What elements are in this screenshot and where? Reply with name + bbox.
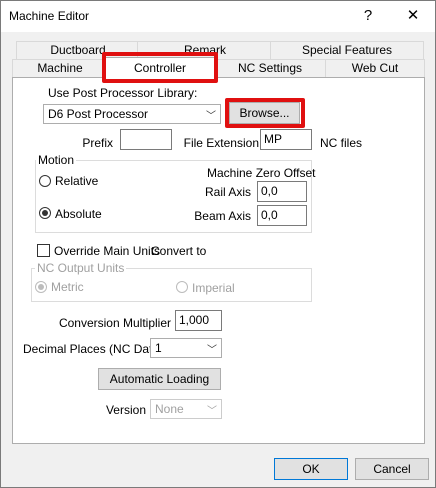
override-main-units-label: Override Main Units (54, 244, 161, 258)
absolute-radio[interactable] (39, 207, 51, 219)
tab-web-cut-label: Web Cut (351, 61, 399, 75)
imperial-radio[interactable] (176, 281, 188, 293)
version-select[interactable]: None ﹀ (150, 399, 222, 419)
rail-axis-input[interactable]: 0,0 (257, 181, 307, 202)
convert-to-label: Convert to (151, 244, 207, 258)
tab-nc-settings[interactable]: NC Settings (212, 59, 328, 77)
beam-axis-label: Beam Axis (194, 209, 251, 223)
decimal-places-label: Decimal Places (NC Data) (23, 342, 164, 356)
tab-remark-label: Remark (183, 43, 226, 57)
override-main-units-checkbox[interactable] (37, 244, 50, 257)
ok-button[interactable]: OK (274, 458, 348, 480)
decimal-places-value: 1 (155, 341, 162, 355)
tab-machine-label: Machine (37, 61, 83, 75)
conversion-multiplier-label: Conversion Multiplier (58, 316, 171, 330)
version-value: None (155, 402, 184, 416)
window-title: Machine Editor (9, 9, 90, 23)
prefix-label: Prefix (82, 136, 113, 150)
help-icon[interactable]: ? (353, 5, 383, 27)
absolute-label: Absolute (55, 207, 102, 221)
relative-label: Relative (55, 174, 99, 188)
file-extension-label: File Extension (183, 136, 259, 150)
tab-nc-settings-label: NC Settings (237, 61, 303, 75)
tab-controller-label: Controller (133, 61, 187, 75)
nc-files-label: NC files (320, 136, 363, 150)
title-bar: Machine Editor ? ✕ (1, 1, 435, 32)
conversion-multiplier-input[interactable]: 1,000 (175, 310, 222, 331)
close-icon[interactable]: ✕ (398, 5, 428, 27)
nc-output-units-title: NC Output Units (35, 261, 127, 275)
tab-web-cut[interactable]: Web Cut (325, 59, 425, 77)
metric-radio[interactable] (35, 281, 47, 293)
post-processor-select[interactable]: D6 Post Processor ﹀ (43, 104, 221, 124)
machine-zero-offset-label: Machine Zero Offset (207, 166, 316, 180)
automatic-loading-button[interactable]: Automatic Loading (98, 368, 221, 390)
controller-panel: Use Post Processor Library: D6 Post Proc… (12, 77, 425, 444)
beam-axis-input[interactable]: 0,0 (257, 205, 307, 226)
library-label: Use Post Processor Library: (48, 86, 198, 100)
metric-label: Metric (51, 280, 84, 294)
imperial-label: Imperial (192, 281, 235, 295)
browse-button[interactable]: Browse... (229, 102, 300, 124)
tab-special-features-label: Special Features (301, 43, 393, 57)
relative-radio[interactable] (39, 175, 51, 187)
prefix-input[interactable] (120, 129, 172, 150)
tab-controller[interactable]: Controller (105, 57, 215, 79)
chevron-down-icon: ﹀ (207, 406, 217, 417)
rail-axis-label: Rail Axis (204, 185, 251, 199)
motion-group-title: Motion (36, 153, 77, 167)
decimal-places-select[interactable]: 1 ﹀ (150, 338, 222, 358)
cancel-button[interactable]: Cancel (355, 458, 429, 480)
chevron-down-icon: ﹀ (207, 345, 217, 356)
tab-special-features[interactable]: Special Features (270, 41, 424, 59)
machine-editor-window: Machine Editor ? ✕ Ductboard Remark Spec… (0, 0, 436, 488)
tab-machine[interactable]: Machine (12, 59, 108, 77)
post-processor-value: D6 Post Processor (48, 107, 149, 121)
tab-ductboard-label: Ductboard (50, 43, 106, 57)
version-label: Version (105, 403, 146, 417)
chevron-down-icon: ﹀ (206, 111, 216, 122)
file-extension-input[interactable]: MP (260, 129, 312, 150)
